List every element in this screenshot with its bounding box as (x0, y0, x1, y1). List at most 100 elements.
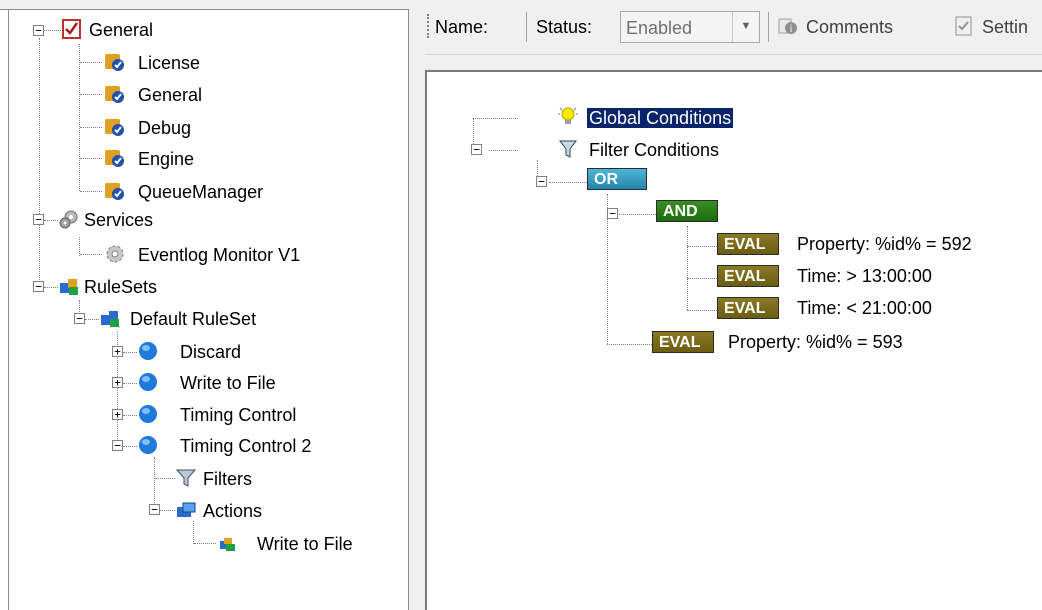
conditions-canvas[interactable]: Global Conditions − Filter Conditions − … (425, 70, 1042, 610)
status-select[interactable]: Enabled ▼ (620, 11, 760, 43)
write-file-icon (217, 532, 239, 554)
rule-cube-icon (137, 434, 159, 456)
eval-tag[interactable]: EVAL (652, 331, 714, 353)
tree-item-license[interactable]: License (138, 53, 200, 73)
or-operator[interactable]: OR (587, 168, 647, 190)
gear-icon (104, 243, 126, 265)
ruleset-icon (99, 307, 121, 329)
tree-line (39, 38, 40, 288)
comments-button[interactable]: Comments (806, 17, 893, 37)
tree-line (80, 254, 102, 255)
eval-tag[interactable]: EVAL (717, 233, 779, 255)
rule-cube-icon (137, 340, 159, 362)
settings-button[interactable]: Settin (982, 17, 1028, 37)
global-conditions-label: Global Conditions (587, 108, 734, 128)
toolbar-separator (768, 12, 769, 42)
eval-condition-2[interactable]: Time: > 13:00:00 (797, 266, 932, 286)
tree-line (687, 246, 717, 247)
toolbar-grip[interactable] (427, 14, 432, 38)
expander-filter-conditions[interactable]: − (471, 144, 482, 155)
tree-line (80, 158, 102, 159)
tree-line (549, 182, 587, 183)
comments-icon: i (777, 15, 799, 37)
expander-rulesets[interactable]: − (33, 281, 44, 292)
tree-line (155, 478, 175, 479)
chevron-down-icon[interactable]: ▼ (732, 12, 759, 42)
expander-actions[interactable]: − (149, 504, 160, 515)
tree-item-debug[interactable]: Debug (138, 118, 191, 138)
expander-or[interactable]: − (536, 176, 547, 187)
lightbulb-icon (557, 105, 579, 127)
name-label: Name: (435, 17, 489, 37)
tree-item-actions[interactable]: Actions (203, 501, 262, 521)
tree-line (607, 344, 652, 345)
tree-item-rulesets[interactable]: RuleSets (84, 277, 157, 297)
eval-tag[interactable]: EVAL (717, 265, 779, 287)
tree-top-border (0, 0, 409, 10)
expander-write-to-file[interactable]: + (112, 377, 123, 388)
tree-item-write-to-file[interactable]: Write to File (180, 373, 276, 393)
tree-line (123, 446, 137, 447)
tree-line (687, 278, 717, 279)
tree-line (193, 521, 194, 544)
checklist-icon (61, 18, 83, 40)
pane-splitter[interactable] (409, 0, 425, 610)
global-conditions-node[interactable]: Global Conditions (587, 108, 734, 128)
tree-line (687, 226, 688, 310)
tree-line (44, 30, 61, 31)
eval-condition-4[interactable]: Property: %id% = 593 (728, 332, 903, 352)
toolbar-separator (526, 12, 527, 42)
eval-tag[interactable]: EVAL (717, 297, 779, 319)
tree-item-eventlog-monitor[interactable]: Eventlog Monitor V1 (138, 245, 300, 265)
tree-line (123, 383, 137, 384)
tree-item-default-ruleset[interactable]: Default RuleSet (130, 309, 256, 329)
settings-icon (953, 15, 975, 37)
tree-line (80, 62, 102, 63)
eval-condition-3[interactable]: Time: < 21:00:00 (797, 298, 932, 318)
tree-item-general[interactable]: General (89, 20, 153, 40)
tree-line (160, 510, 175, 511)
filter-conditions-node[interactable]: Filter Conditions (589, 140, 719, 160)
tree-line (85, 319, 99, 320)
tree-item-timing-control-2[interactable]: Timing Control 2 (180, 436, 311, 456)
status-label: Status: (536, 17, 593, 37)
gears-icon (58, 208, 80, 230)
tree-item-general-child[interactable]: General (138, 85, 202, 105)
config-tree-pane[interactable]: − General License General Debug Engine Q… (0, 0, 409, 610)
tree-left-border (8, 10, 9, 610)
toolbar: Name: Status: Enabled ▼ i Comments Setti… (425, 0, 1042, 55)
rule-cube-icon (137, 403, 159, 425)
tree-line (123, 415, 137, 416)
expander-general[interactable]: − (33, 25, 44, 36)
rulesets-icon (58, 275, 80, 297)
tree-line (687, 310, 717, 311)
expander-timing-control-2[interactable]: − (112, 440, 123, 451)
shield-check-icon (104, 116, 126, 138)
tree-item-write-to-file-action[interactable]: Write to File (257, 534, 353, 554)
tree-item-queuemanager[interactable]: QueueManager (138, 182, 263, 202)
eval-condition-1[interactable]: Property: %id% = 592 (797, 234, 972, 254)
expander-default-ruleset[interactable]: − (74, 313, 85, 324)
tree-item-engine[interactable]: Engine (138, 149, 194, 169)
tree-item-services[interactable]: Services (84, 210, 153, 230)
tree-line (44, 220, 58, 221)
tree-line (80, 127, 102, 128)
tree-line (44, 287, 58, 288)
shield-check-icon (104, 51, 126, 73)
expander-and[interactable]: − (607, 208, 618, 219)
funnel-icon (557, 138, 579, 160)
tree-item-discard[interactable]: Discard (180, 342, 241, 362)
expander-discard[interactable]: + (112, 346, 123, 357)
tree-line (80, 191, 102, 192)
tree-line (489, 150, 518, 151)
expander-timing-control[interactable]: + (112, 409, 123, 420)
tree-line (79, 44, 80, 191)
and-operator[interactable]: AND (656, 200, 718, 222)
shield-check-icon (104, 83, 126, 105)
expander-services[interactable]: − (33, 214, 44, 225)
tree-item-timing-control[interactable]: Timing Control (180, 405, 296, 425)
tree-item-filters[interactable]: Filters (203, 469, 252, 489)
funnel-icon (175, 467, 197, 489)
shield-check-icon (104, 147, 126, 169)
tree-line (473, 118, 518, 119)
